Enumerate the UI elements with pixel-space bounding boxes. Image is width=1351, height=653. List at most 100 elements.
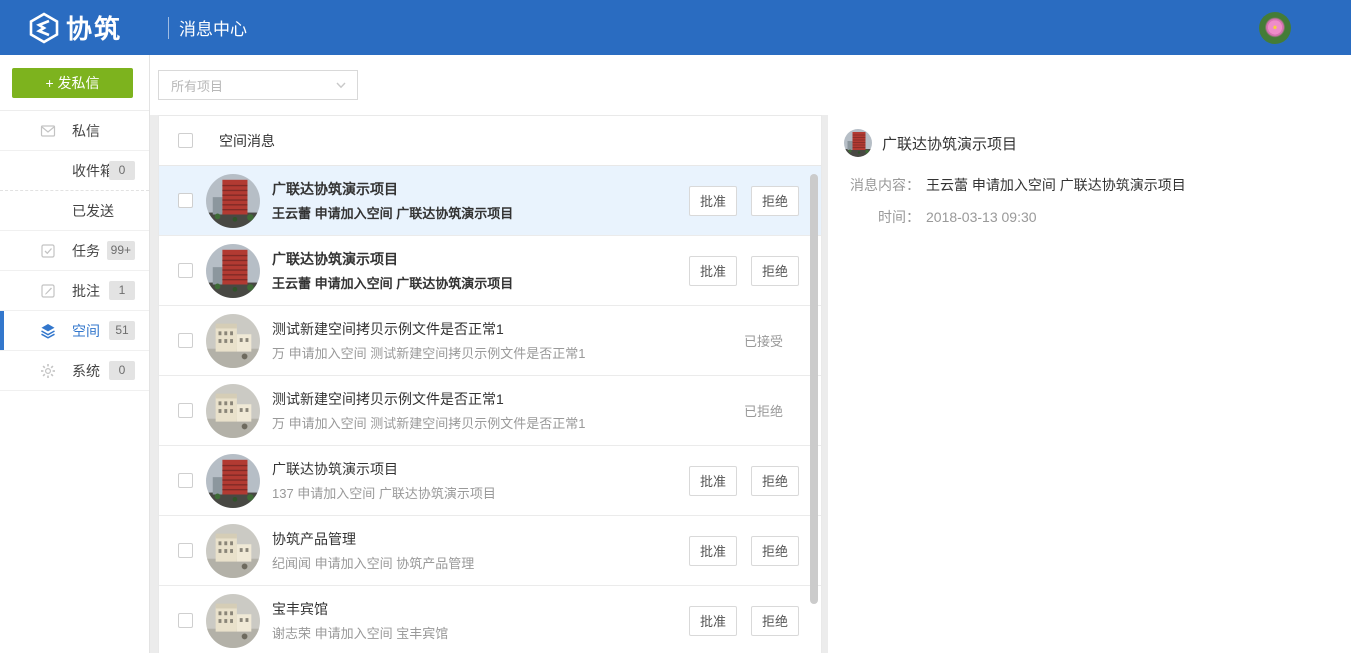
row-subtitle: 纪闻闻 申请加入空间 协筑产品管理 [272,555,689,573]
row-subtitle: 万 申请加入空间 测试新建空间拷贝示例文件是否正常1 [272,345,744,363]
status-text: 已拒绝 [744,401,783,420]
row-checkbox[interactable] [178,543,193,558]
approve-button[interactable]: 批准 [689,606,737,636]
message-row[interactable]: 测试新建空间拷贝示例文件是否正常1 万 申请加入空间 测试新建空间拷贝示例文件是… [159,306,821,376]
row-checkbox[interactable] [178,263,193,278]
row-actions: 批准拒绝 [689,536,799,566]
app-logo: 协筑 [28,9,122,46]
sidebar-item-label: 批注 [72,281,100,301]
message-content-label: 消息内容： [844,175,920,195]
count-badge: 99+ [107,241,135,260]
detail-title: 广联达协筑演示项目 [882,133,1017,154]
list-header-title: 空间消息 [219,131,275,151]
white-building-avatar [206,384,260,438]
row-actions: 批准拒绝 [689,466,799,496]
row-checkbox[interactable] [178,193,193,208]
row-actions: 批准拒绝 [689,256,799,286]
row-actions: 已接受 [744,331,799,350]
task-icon [40,243,56,259]
sidebar-item-label: 收件箱 [72,161,114,181]
compose-private-message-button[interactable]: + 发私信 [12,68,133,98]
message-row[interactable]: 协筑产品管理 纪闻闻 申请加入空间 协筑产品管理 批准拒绝 [159,516,821,586]
row-title: 广联达协筑演示项目 [272,249,689,269]
message-row[interactable]: 测试新建空间拷贝示例文件是否正常1 万 申请加入空间 测试新建空间拷贝示例文件是… [159,376,821,446]
row-actions: 批准拒绝 [689,186,799,216]
count-badge: 1 [109,281,135,300]
mail-icon [40,123,56,139]
annotation-icon [40,283,56,299]
sidebar-item-空间[interactable]: 空间 51 [0,311,149,351]
row-actions: 已拒绝 [744,401,799,420]
white-building-avatar [206,594,260,648]
reject-button[interactable]: 拒绝 [751,466,799,496]
detail-avatar [844,129,872,157]
sidebar-item-label: 系统 [72,361,100,381]
reject-button[interactable]: 拒绝 [751,186,799,216]
sidebar-item-label: 私信 [72,121,100,141]
user-avatar[interactable] [1259,12,1291,44]
row-title: 广联达协筑演示项目 [272,179,689,199]
reject-button[interactable]: 拒绝 [751,256,799,286]
row-title: 宝丰宾馆 [272,599,689,619]
sidebar-item-收件箱[interactable]: 收件箱 0 [0,151,149,191]
message-list-rows: 广联达协筑演示项目 王云蕾 申请加入空间 广联达协筑演示项目 批准拒绝 广联达协… [159,166,821,653]
red-building-avatar [206,244,260,298]
row-title: 广联达协筑演示项目 [272,459,689,479]
approve-button[interactable]: 批准 [689,466,737,496]
message-list-panel: 空间消息 广联达协筑演示项目 王云蕾 申请加入空间 广联达协筑演示项目 批准拒绝… [158,115,822,653]
message-detail-panel: 广联达协筑演示项目 消息内容： 王云蕾 申请加入空间 广联达协筑演示项目 时间：… [828,115,1351,653]
message-row[interactable]: 广联达协筑演示项目 王云蕾 申请加入空间 广联达协筑演示项目 批准拒绝 [159,166,821,236]
sidebar-menu: 私信 收件箱 0 已发送 任务 99+ 批注 1 空间 51 系统 0 [0,111,149,391]
row-title: 测试新建空间拷贝示例文件是否正常1 [272,319,744,339]
count-badge: 0 [109,161,135,180]
page: 协筑 消息中心 + 发私信 私信 收件箱 0 已发送 任务 99+ 批注 1 [0,0,1351,653]
top-header-bar: 协筑 消息中心 [0,0,1351,55]
reject-button[interactable]: 拒绝 [751,606,799,636]
logo-text: 协筑 [66,9,122,46]
message-list-header: 空间消息 [159,116,821,166]
message-row[interactable]: 宝丰宾馆 谢志荣 申请加入空间 宝丰宾馆 批准拒绝 [159,586,821,653]
row-title: 协筑产品管理 [272,529,689,549]
count-badge: 51 [109,321,135,340]
project-filter-dropdown[interactable]: 所有项目 [158,70,358,100]
approve-button[interactable]: 批准 [689,256,737,286]
hexagon-logo-icon [28,12,60,44]
sidebar-item-系统[interactable]: 系统 0 [0,351,149,391]
red-building-avatar [206,454,260,508]
select-all-checkbox[interactable] [178,133,193,148]
message-row[interactable]: 广联达协筑演示项目 137 申请加入空间 广联达协筑演示项目 批准拒绝 [159,446,821,516]
row-checkbox[interactable] [178,333,193,348]
layers-icon [40,323,56,339]
message-time-label: 时间： [844,207,920,227]
message-content-value: 王云蕾 申请加入空间 广联达协筑演示项目 [926,175,1186,195]
row-subtitle: 137 申请加入空间 广联达协筑演示项目 [272,485,689,503]
approve-button[interactable]: 批准 [689,186,737,216]
gear-icon [40,363,56,379]
red-building-avatar [206,174,260,228]
row-checkbox[interactable] [178,473,193,488]
sidebar-item-任务[interactable]: 任务 99+ [0,231,149,271]
row-checkbox[interactable] [178,403,193,418]
row-subtitle: 王云蕾 申请加入空间 广联达协筑演示项目 [272,275,689,293]
sidebar: + 发私信 私信 收件箱 0 已发送 任务 99+ 批注 1 空间 51 系统 … [0,55,150,653]
page-title: 消息中心 [179,15,247,40]
sidebar-item-label: 任务 [72,241,100,261]
row-subtitle: 王云蕾 申请加入空间 广联达协筑演示项目 [272,205,689,223]
row-subtitle: 万 申请加入空间 测试新建空间拷贝示例文件是否正常1 [272,415,744,433]
approve-button[interactable]: 批准 [689,536,737,566]
count-badge: 0 [109,361,135,380]
white-building-avatar [206,314,260,368]
row-checkbox[interactable] [178,613,193,628]
header-divider [168,17,169,39]
sidebar-item-私信[interactable]: 私信 [0,111,149,151]
filter-bar: 所有项目 [150,55,1351,115]
sidebar-item-批注[interactable]: 批注 1 [0,271,149,311]
row-actions: 批准拒绝 [689,606,799,636]
message-row[interactable]: 广联达协筑演示项目 王云蕾 申请加入空间 广联达协筑演示项目 批准拒绝 [159,236,821,306]
sidebar-item-已发送[interactable]: 已发送 [0,191,149,231]
row-subtitle: 谢志荣 申请加入空间 宝丰宾馆 [272,625,689,643]
reject-button[interactable]: 拒绝 [751,536,799,566]
project-filter-value: 所有项目 [171,76,335,95]
list-scrollbar-thumb[interactable] [810,174,818,604]
sidebar-item-label: 已发送 [72,201,114,221]
